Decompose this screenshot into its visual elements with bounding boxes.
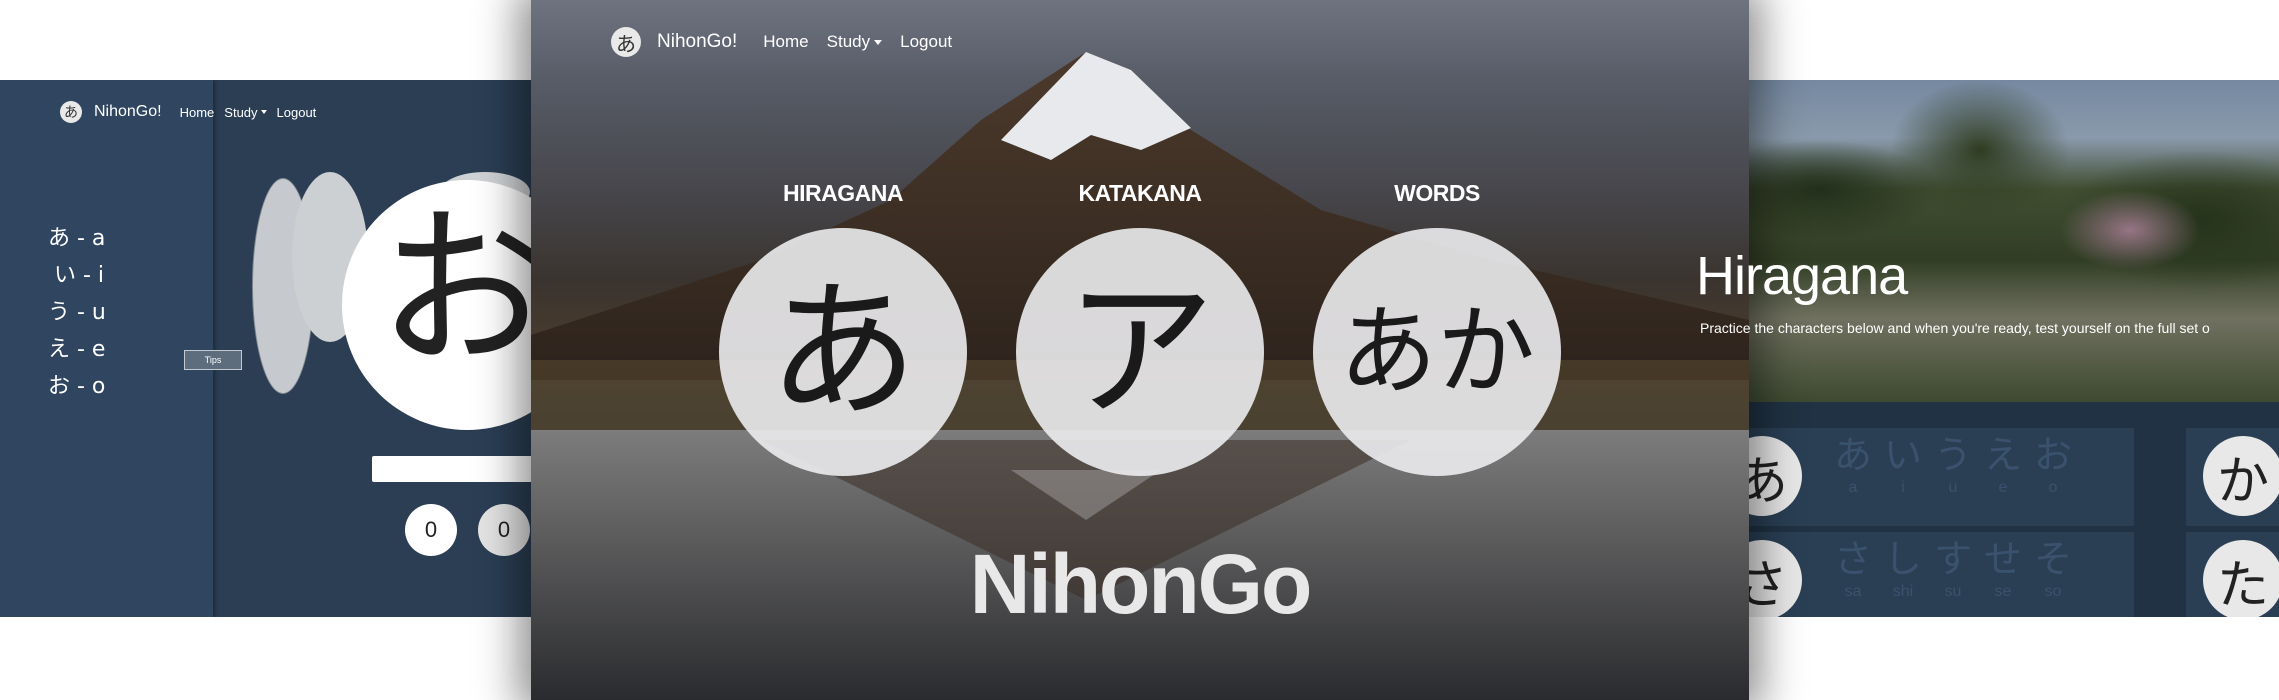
kana-cell: せ se [1978, 536, 2028, 602]
tips-button[interactable]: Tips [184, 350, 242, 370]
romaji-label: o [2048, 479, 2058, 496]
kana-item: え - e [48, 337, 106, 362]
katakana-label: KATAKANA [1078, 180, 1202, 206]
kana-cell: おo [2028, 432, 2078, 498]
kana-reference-list: あ - a い - i う - u え - e お - o [48, 220, 106, 405]
kana-char: え [1983, 433, 2022, 477]
romaji-label: sa [1844, 583, 1862, 600]
kana-item: う - u [48, 300, 106, 325]
kana-cell: うu [1928, 432, 1978, 498]
chevron-down-icon [874, 39, 883, 45]
romaji-label: se [1994, 583, 2012, 600]
kana-row: さ sa し shi す su せ se そ so [1828, 536, 2078, 602]
hiragana-button[interactable]: あ [719, 228, 967, 476]
hiragana-label: HIRAGANA [783, 180, 903, 206]
score-wrong: 0 [478, 504, 530, 556]
nav-study-dropdown[interactable]: Study [826, 32, 883, 52]
katakana-char: ア [1064, 265, 1215, 439]
kana-cell: いi [1878, 432, 1928, 498]
nav-study-dropdown[interactable]: Study [224, 104, 267, 120]
kana-item: お - o [48, 374, 106, 399]
nav-home[interactable]: Home [180, 105, 215, 120]
nav-logout[interactable]: Logout [277, 105, 317, 120]
nav-logout[interactable]: Logout [900, 32, 952, 52]
nav-study-label: Study [224, 104, 258, 120]
kana-row: あa いi うu えe おo [1828, 432, 2078, 498]
romaji-label: e [1998, 479, 2008, 496]
group-kana-circle: か [2203, 436, 2279, 516]
navbar: あ NihonGo! Home Study Logout [611, 26, 970, 58]
words-char: あか [1338, 295, 1535, 409]
brand-link[interactable]: NihonGo! [657, 31, 737, 53]
words-label: WORDS [1394, 180, 1480, 206]
kana-cell: そ so [2028, 536, 2078, 602]
logo-icon[interactable]: あ [611, 27, 641, 57]
kana-char: す [1933, 537, 1972, 581]
romaji-label: a [1848, 479, 1858, 496]
kana-char: し [1883, 537, 1922, 581]
kana-char: う [1933, 433, 1972, 477]
sidebar: あ - a い - i う - u え - e お - o [0, 80, 213, 617]
kana-cell: し shi [1878, 536, 1928, 602]
hiragana-screen: Hiragana Practice the characters below a… [1700, 80, 2279, 617]
kana-cell: あa [1828, 432, 1878, 498]
brand-link[interactable]: NihonGo! [94, 103, 162, 121]
romaji-label: su [1944, 583, 1962, 600]
page-subtitle: Practice the characters below and when y… [1700, 320, 2210, 336]
kana-item: あ - a [48, 226, 106, 251]
logo-icon[interactable]: あ [60, 101, 82, 123]
nav-home[interactable]: Home [763, 32, 808, 52]
page-title: Hiragana [1700, 246, 1908, 306]
navbar: あ NihonGo! Home Study Logout [60, 100, 326, 124]
katakana-button[interactable]: ア [1016, 228, 1264, 476]
words-button[interactable]: あか [1313, 228, 1561, 476]
romaji-label: so [2044, 583, 2062, 600]
chevron-down-icon [260, 110, 267, 114]
hero-image [1700, 80, 2279, 402]
score-correct: 0 [405, 504, 457, 556]
nav-study-label: Study [826, 32, 871, 51]
romaji-label: shi [1892, 583, 1914, 600]
kana-cell: さ sa [1828, 536, 1878, 602]
kana-item: い - i [54, 263, 105, 288]
kana-char: そ [2033, 537, 2072, 581]
hero-title: NihonGo [969, 537, 1313, 631]
romaji-label: i [1901, 479, 1905, 496]
group-kana-circle: た [2203, 540, 2279, 617]
kana-char: い [1883, 433, 1922, 477]
hiragana-char: あ [767, 265, 918, 439]
kana-cell: す su [1928, 536, 1978, 602]
flashcard-char: お [378, 189, 550, 390]
flashcard-screen: あ - a い - i う - u え - e お - o あ NihonGo!… [0, 80, 560, 617]
kana-char: せ [1983, 537, 2022, 581]
kana-char: お [2033, 433, 2072, 477]
flashcard[interactable]: お [342, 180, 560, 430]
home-screen: あ NihonGo! Home Study Logout HIRAGANA KA… [531, 0, 1749, 700]
romaji-label: u [1948, 479, 1958, 496]
kana-cell: えe [1978, 432, 2028, 498]
kana-char: あ [1833, 433, 1872, 477]
kana-char: さ [1833, 537, 1872, 581]
